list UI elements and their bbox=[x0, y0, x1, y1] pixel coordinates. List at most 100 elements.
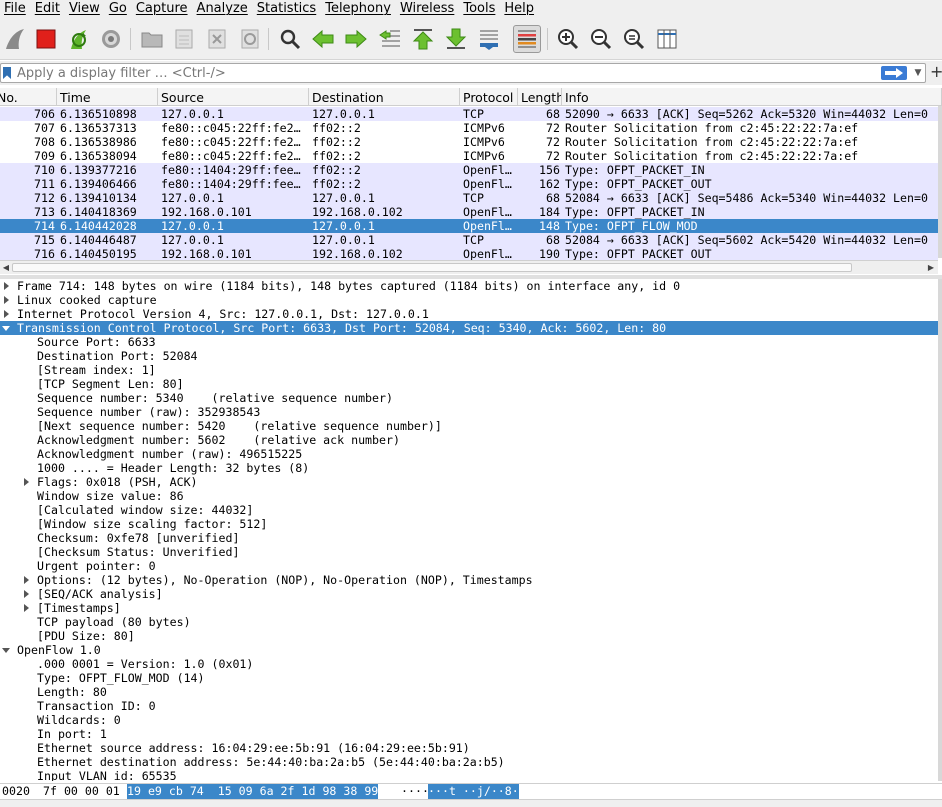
packet-row[interactable]: 707 6.136537313 fe80::c045:22ff:fe2… ff02::… bbox=[0, 121, 938, 135]
detail-tree-item[interactable]: Flags: 0x018 (PSH, ACK) bbox=[0, 475, 938, 489]
detail-tree-item[interactable]: TCP payload (80 bytes) bbox=[0, 615, 938, 629]
detail-tree-item[interactable]: Acknowledgment number: 5602 (relative ac… bbox=[0, 433, 938, 447]
detail-tree-item[interactable]: OpenFlow 1.0 bbox=[0, 643, 938, 657]
menu-file[interactable]: File bbox=[0, 0, 31, 18]
packet-list-vertical-scrollbar[interactable] bbox=[938, 106, 942, 258]
detail-tree-item[interactable]: Linux cooked capture bbox=[0, 293, 938, 307]
column-header-protocol[interactable]: Protocol bbox=[460, 88, 518, 106]
detail-tree-item[interactable]: In port: 1 bbox=[0, 727, 938, 741]
packet-list-horizontal-scrollbar[interactable]: ◀ ▶ bbox=[0, 260, 938, 274]
detail-tree-item[interactable]: Sequence number: 5340 (relative sequence… bbox=[0, 391, 938, 405]
column-header-length[interactable]: Length bbox=[518, 88, 562, 106]
scroll-left-arrow-icon[interactable]: ◀ bbox=[1, 262, 11, 273]
menu-statistics[interactable]: Statistics bbox=[253, 0, 321, 18]
packet-row[interactable]: 710 6.139377216 fe80::1404:29ff:fee… ff02::… bbox=[0, 163, 938, 177]
detail-tree-item[interactable]: Source Port: 6633 bbox=[0, 335, 938, 349]
filter-history-chevron-down-icon[interactable]: ▼ bbox=[912, 66, 924, 80]
hex-bytes[interactable]: 7f 00 00 01 bbox=[43, 784, 120, 799]
apply-filter-arrow-icon[interactable] bbox=[881, 66, 907, 80]
stop-capture-icon[interactable] bbox=[32, 25, 60, 53]
detail-tree-item[interactable]: [Window size scaling factor: 512] bbox=[0, 517, 938, 531]
chevron-down-icon[interactable] bbox=[2, 648, 10, 653]
packet-row[interactable]: 711 6.139406466 fe80::1404:29ff:fee… ff02::… bbox=[0, 177, 938, 191]
menu-telephony[interactable]: Telephony bbox=[321, 0, 396, 18]
capture-options-icon[interactable] bbox=[97, 25, 125, 53]
add-filter-button-plus-icon[interactable]: + bbox=[930, 62, 942, 82]
go-to-packet-icon[interactable] bbox=[376, 25, 404, 53]
menu-help[interactable]: Help bbox=[500, 0, 539, 18]
packet-row[interactable]: 715 6.140446487 127.0.0.1 127.0.0.1 TCP 68 520… bbox=[0, 233, 938, 247]
autoscroll-icon[interactable] bbox=[475, 25, 503, 53]
chevron-right-icon[interactable] bbox=[4, 282, 9, 290]
close-file-icon[interactable] bbox=[203, 25, 231, 53]
zoom-reset-icon[interactable] bbox=[620, 25, 648, 53]
menu-go[interactable]: Go bbox=[105, 0, 132, 18]
packet-row[interactable]: 708 6.136538986 fe80::c045:22ff:fe2… ff02::… bbox=[0, 135, 938, 149]
detail-tree-item[interactable]: .000 0001 = Version: 1.0 (0x01) bbox=[0, 657, 938, 671]
detail-tree-item[interactable]: Length: 80 bbox=[0, 685, 938, 699]
packet-row[interactable]: 713 6.140418369 192.168.0.101 192.168.0.102… bbox=[0, 205, 938, 219]
details-vertical-scrollbar[interactable] bbox=[938, 279, 942, 781]
chevron-right-icon[interactable] bbox=[24, 478, 29, 486]
column-header-destination[interactable]: Destination bbox=[309, 88, 460, 106]
find-packet-icon[interactable] bbox=[276, 25, 304, 53]
menu-analyze[interactable]: Analyze bbox=[193, 0, 253, 18]
open-file-icon[interactable] bbox=[138, 25, 166, 53]
detail-tree-item[interactable]: [Stream index: 1] bbox=[0, 363, 938, 377]
zoom-out-icon[interactable] bbox=[587, 25, 615, 53]
chevron-right-icon[interactable] bbox=[24, 590, 29, 598]
detail-tree-item[interactable]: [Timestamps] bbox=[0, 601, 938, 615]
detail-tree-item[interactable]: Input VLAN id: 65535 bbox=[0, 769, 938, 781]
hex-bytes-selected[interactable]: 19 e9 cb 74 15 09 6a 2f 1d 98 38 99 bbox=[127, 784, 379, 799]
chevron-right-icon[interactable] bbox=[24, 604, 29, 612]
menu-edit[interactable]: Edit bbox=[31, 0, 65, 18]
detail-tree-item[interactable]: Frame 714: 148 bytes on wire (1184 bits)… bbox=[0, 279, 938, 293]
detail-tree-item[interactable]: Ethernet destination address: 5e:44:40:b… bbox=[0, 755, 938, 769]
resize-columns-icon[interactable] bbox=[653, 25, 681, 53]
column-header-source[interactable]: Source bbox=[158, 88, 309, 106]
hex-ascii[interactable]: ···· bbox=[401, 784, 429, 799]
menu-view[interactable]: View bbox=[65, 0, 105, 18]
packet-row[interactable]: 706 6.136510898 127.0.0.1 127.0.0.1 TCP 68 520… bbox=[0, 107, 938, 121]
detail-tree-item[interactable]: Window size value: 86 bbox=[0, 489, 938, 503]
restart-capture-icon[interactable] bbox=[64, 25, 92, 53]
detail-tree-item[interactable]: [Calculated window size: 44032] bbox=[0, 503, 938, 517]
colorize-icon[interactable] bbox=[513, 25, 541, 53]
chevron-right-icon[interactable] bbox=[4, 296, 9, 304]
column-header-info[interactable]: Info bbox=[562, 88, 942, 106]
display-filter-input[interactable] bbox=[17, 64, 877, 82]
bookmark-icon[interactable] bbox=[3, 67, 11, 79]
detail-tree-item[interactable]: Ethernet source address: 16:04:29:ee:5b:… bbox=[0, 741, 938, 755]
detail-tree-item[interactable]: [SEQ/ACK analysis] bbox=[0, 587, 938, 601]
column-header-time[interactable]: Time bbox=[57, 88, 158, 106]
detail-tree-item[interactable]: 1000 .... = Header Length: 32 bytes (8) bbox=[0, 461, 938, 475]
chevron-right-icon[interactable] bbox=[24, 576, 29, 584]
detail-tree-item[interactable]: Options: (12 bytes), No-Operation (NOP),… bbox=[0, 573, 938, 587]
detail-tree-item[interactable]: [Next sequence number: 5420 (relative se… bbox=[0, 419, 938, 433]
packet-row[interactable]: 712 6.139410134 127.0.0.1 127.0.0.1 TCP 68 520… bbox=[0, 191, 938, 205]
detail-tree-item[interactable]: Internet Protocol Version 4, Src: 127.0.… bbox=[0, 307, 938, 321]
last-packet-icon[interactable] bbox=[442, 25, 470, 53]
go-back-icon[interactable] bbox=[309, 25, 337, 53]
menu-tools[interactable]: Tools bbox=[459, 0, 500, 18]
column-header-no[interactable]: No. bbox=[0, 88, 57, 106]
packet-row[interactable]: 716 6.140450195 192.168.0.101 192.168.0.102… bbox=[0, 247, 938, 261]
detail-tree-item[interactable]: Sequence number (raw): 352938543 bbox=[0, 405, 938, 419]
detail-tree-item[interactable]: Transaction ID: 0 bbox=[0, 699, 938, 713]
detail-tree-item[interactable]: Urgent pointer: 0 bbox=[0, 559, 938, 573]
first-packet-icon[interactable] bbox=[409, 25, 437, 53]
chevron-down-icon[interactable] bbox=[2, 326, 10, 331]
detail-tree-item[interactable]: [PDU Size: 80] bbox=[0, 629, 938, 643]
chevron-right-icon[interactable] bbox=[4, 310, 9, 318]
detail-tree-item[interactable]: Wildcards: 0 bbox=[0, 713, 938, 727]
detail-tree-item[interactable]: Type: OFPT_FLOW_MOD (14) bbox=[0, 671, 938, 685]
detail-tree-item[interactable]: Acknowledgment number (raw): 496515225 bbox=[0, 447, 938, 461]
detail-tree-item[interactable]: [TCP Segment Len: 80] bbox=[0, 377, 938, 391]
packet-row[interactable]: 709 6.136538094 fe80::c045:22ff:fe2… ff02::… bbox=[0, 149, 938, 163]
detail-tree-item[interactable]: Checksum: 0xfe78 [unverified] bbox=[0, 531, 938, 545]
scrollbar-thumb[interactable] bbox=[12, 263, 852, 272]
hex-ascii-selected[interactable]: ···t ··j/··8· bbox=[428, 784, 519, 799]
save-file-icon[interactable] bbox=[170, 25, 198, 53]
scroll-right-arrow-icon[interactable]: ▶ bbox=[926, 262, 936, 273]
shark-fin-icon[interactable] bbox=[1, 25, 29, 53]
